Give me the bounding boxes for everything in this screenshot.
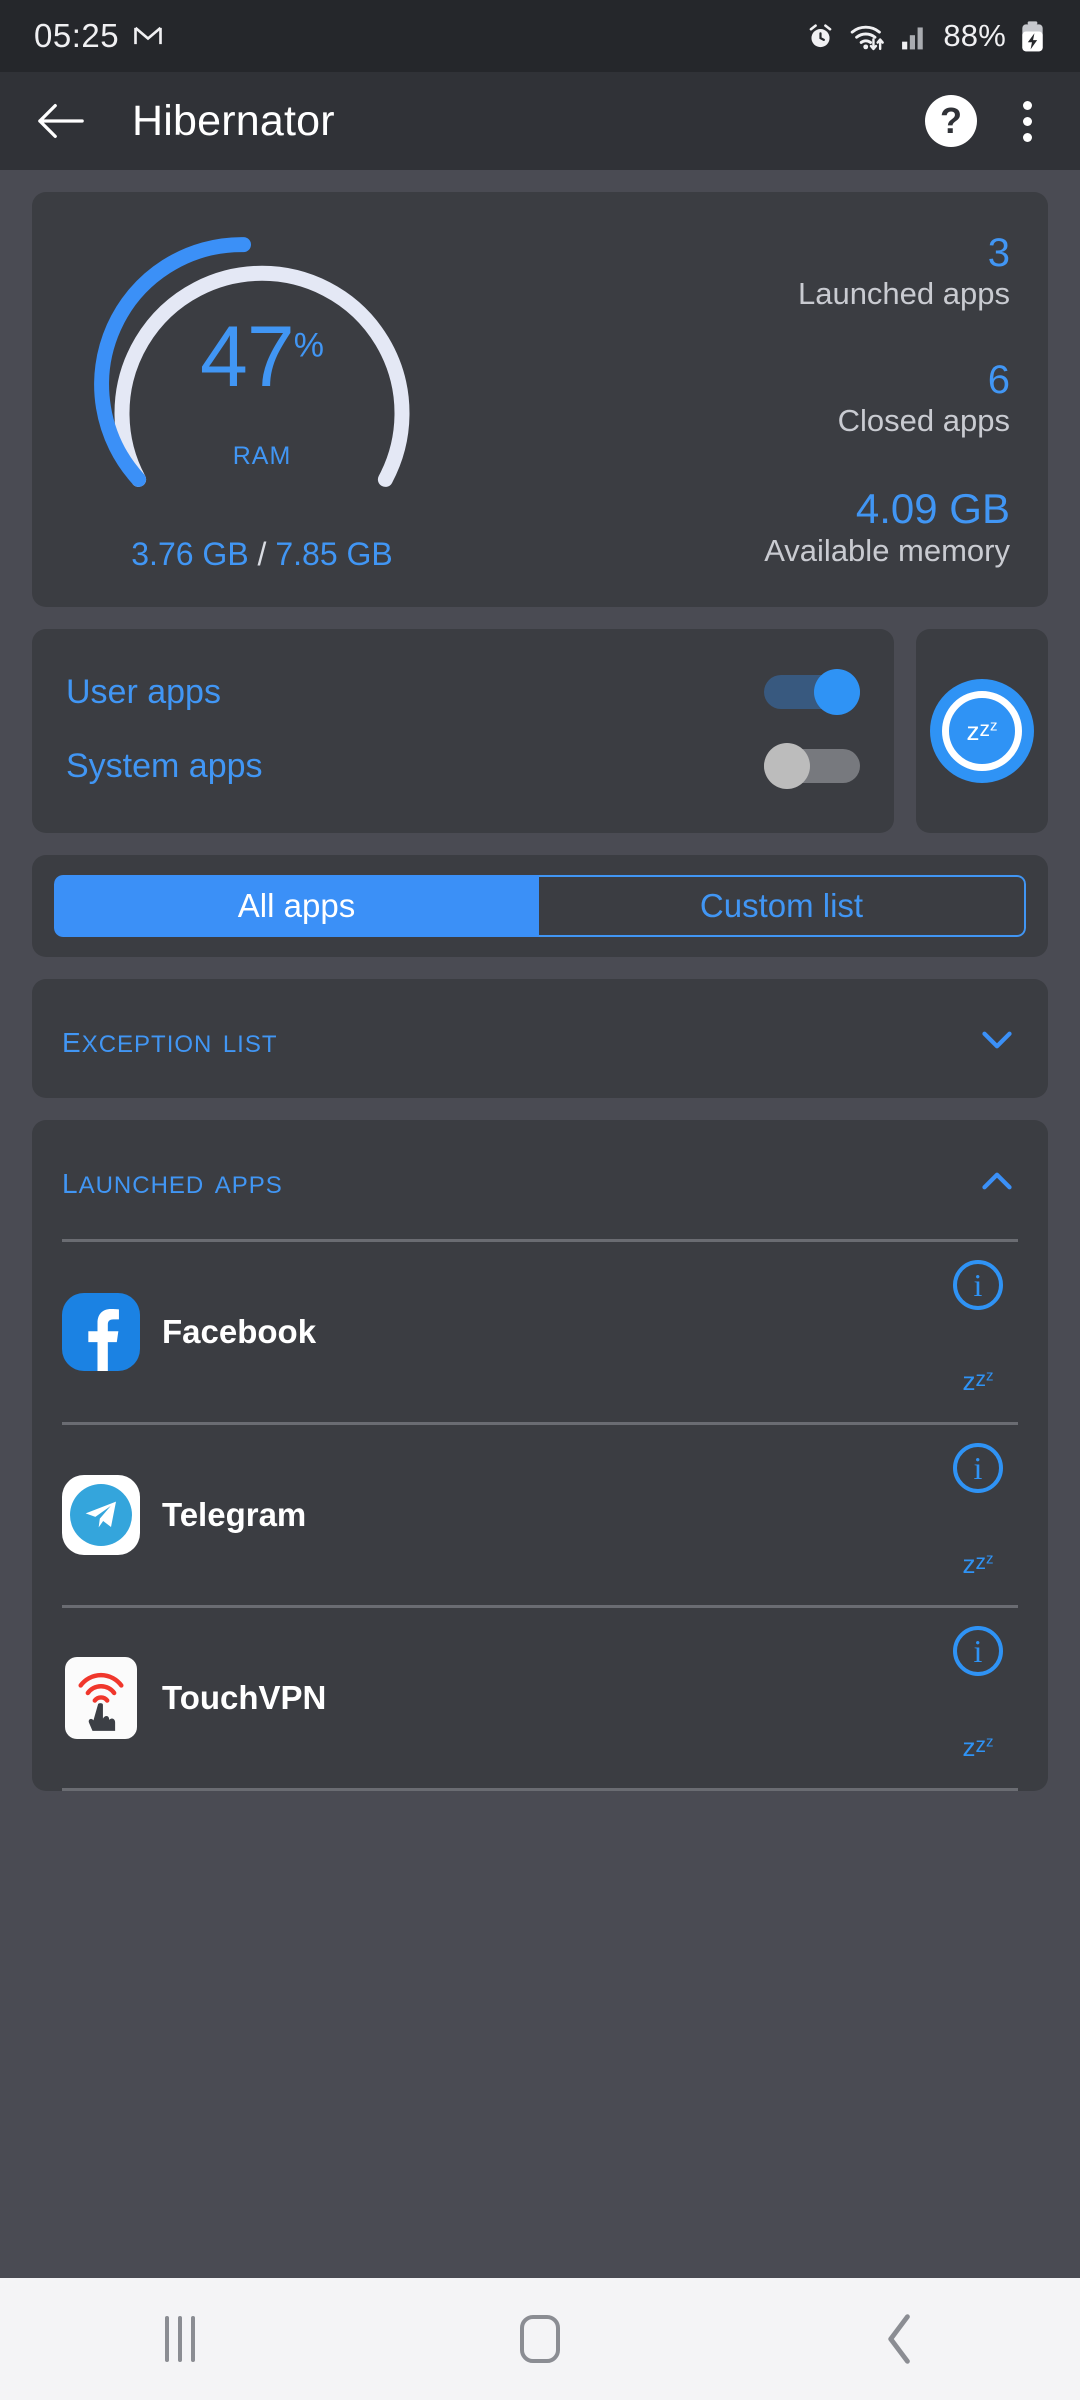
scroll-content[interactable]: 47% RAM 3.76 GB / 7.85 GB 3 Launched app…	[0, 170, 1080, 2278]
stat-closed-apps-label: Closed apps	[462, 403, 1010, 439]
toggle-system-apps-label: System apps	[66, 747, 263, 786]
memory-separator: /	[258, 536, 267, 572]
ram-gauge: 47% RAM	[66, 220, 458, 520]
list-item-label: Telegram	[162, 1496, 306, 1534]
launched-apps-title: Launched apps	[62, 1158, 283, 1203]
gauge-label: RAM	[66, 442, 458, 471]
exception-list-header[interactable]: Exception list	[32, 979, 1048, 1098]
stat-launched-apps: 3 Launched apps	[462, 232, 1010, 312]
home-icon	[520, 2315, 560, 2363]
app-scope-card: All apps Custom list	[32, 855, 1048, 957]
gmail-icon	[133, 21, 163, 51]
sleep-zzz-icon[interactable]: zzz	[963, 1551, 994, 1577]
list-item[interactable]: Telegram i zzz	[62, 1425, 1018, 1605]
sleep-zzz-icon: zzz	[967, 718, 998, 744]
launched-apps-header[interactable]: Launched apps	[32, 1120, 1048, 1239]
stat-available-memory-label: Available memory	[462, 533, 1010, 569]
status-clock: 05:25	[34, 17, 119, 55]
stat-available-memory: 4.09 GB Available memory	[462, 487, 1010, 569]
toggle-user-apps-switch[interactable]	[764, 669, 860, 715]
hibernate-button[interactable]: zzz	[930, 679, 1034, 783]
status-bar: 05:25 88%	[0, 0, 1080, 72]
info-icon[interactable]: i	[953, 1260, 1003, 1310]
alarm-icon	[805, 21, 836, 52]
home-button[interactable]	[360, 2315, 720, 2363]
tab-all-apps[interactable]: All apps	[54, 875, 539, 937]
battery-percent: 88%	[943, 18, 1006, 54]
back-chevron-icon	[885, 2313, 915, 2365]
memory-usage: 3.76 GB / 7.85 GB	[131, 536, 392, 573]
ram-gauge-wrap: 47% RAM 3.76 GB / 7.85 GB	[62, 220, 462, 573]
hibernate-card: zzz	[916, 629, 1048, 833]
toggle-system-apps[interactable]: System apps	[66, 729, 860, 803]
stat-launched-apps-value: 3	[462, 232, 1010, 274]
toggle-user-apps[interactable]: User apps	[66, 655, 860, 729]
back-button[interactable]	[720, 2313, 1080, 2365]
list-item-label: TouchVPN	[162, 1679, 326, 1717]
list-item-actions: i zzz	[938, 1242, 1018, 1422]
telegram-icon	[62, 1476, 140, 1554]
gauge-value-unit: %	[294, 326, 324, 364]
status-bar-right: 88%	[805, 18, 1046, 54]
launched-apps-list: Facebook i zzz	[32, 1239, 1048, 1791]
toggles-row: User apps System apps zzz	[32, 629, 1048, 833]
switch-knob	[764, 743, 810, 789]
tab-custom-list[interactable]: Custom list	[539, 875, 1026, 937]
toggle-user-apps-label: User apps	[66, 673, 221, 712]
list-item-actions: i zzz	[938, 1425, 1018, 1605]
app-bar-actions: ?	[925, 95, 1044, 148]
stat-closed-apps-value: 6	[462, 359, 1010, 401]
switch-knob	[814, 669, 860, 715]
wifi-icon	[849, 21, 887, 52]
list-item-label: Facebook	[162, 1313, 316, 1351]
touchvpn-icon	[62, 1659, 140, 1737]
back-arrow-icon[interactable]	[36, 101, 86, 141]
app-scope-segmented[interactable]: All apps Custom list	[54, 875, 1026, 937]
recents-button[interactable]	[0, 2316, 360, 2362]
toggle-system-apps-switch[interactable]	[764, 743, 860, 789]
list-divider	[62, 1788, 1018, 1791]
battery-charging-icon	[1019, 20, 1046, 53]
exception-list-title: Exception list	[62, 1017, 278, 1062]
app-filter-toggles: User apps System apps	[32, 629, 894, 833]
status-bar-left: 05:25	[34, 17, 163, 55]
list-item-actions: i zzz	[938, 1608, 1018, 1788]
sleep-zzz-icon[interactable]: zzz	[963, 1734, 994, 1760]
facebook-icon	[62, 1293, 140, 1371]
launched-apps-card: Launched apps Facebook i zzz	[32, 1120, 1048, 1791]
exception-list-card[interactable]: Exception list	[32, 979, 1048, 1098]
memory-used: 3.76 GB	[131, 536, 248, 572]
stat-closed-apps: 6 Closed apps	[462, 359, 1010, 439]
sleep-zzz-icon[interactable]: zzz	[963, 1368, 994, 1394]
gauge-value-number: 47	[200, 309, 294, 405]
page-title: Hibernator	[132, 97, 925, 146]
chevron-up-icon[interactable]	[976, 1168, 1018, 1194]
memory-stats: 3 Launched apps 6 Closed apps 4.09 GB Av…	[462, 220, 1018, 573]
memory-total: 7.85 GB	[275, 536, 392, 572]
overflow-menu-icon[interactable]	[1011, 95, 1044, 148]
info-icon[interactable]: i	[953, 1626, 1003, 1676]
memory-card: 47% RAM 3.76 GB / 7.85 GB 3 Launched app…	[32, 192, 1048, 607]
chevron-down-icon[interactable]	[976, 1027, 1018, 1053]
recents-icon	[165, 2316, 195, 2362]
app-bar: Hibernator ?	[0, 72, 1080, 170]
help-icon[interactable]: ?	[925, 95, 977, 147]
list-item[interactable]: TouchVPN i zzz	[62, 1608, 1018, 1788]
stat-available-memory-value: 4.09 GB	[462, 487, 1010, 531]
cellular-signal-icon	[900, 21, 930, 52]
system-navigation-bar	[0, 2278, 1080, 2400]
stat-launched-apps-label: Launched apps	[462, 276, 1010, 312]
list-item[interactable]: Facebook i zzz	[62, 1242, 1018, 1422]
info-icon[interactable]: i	[953, 1443, 1003, 1493]
gauge-value: 47%	[66, 314, 458, 400]
